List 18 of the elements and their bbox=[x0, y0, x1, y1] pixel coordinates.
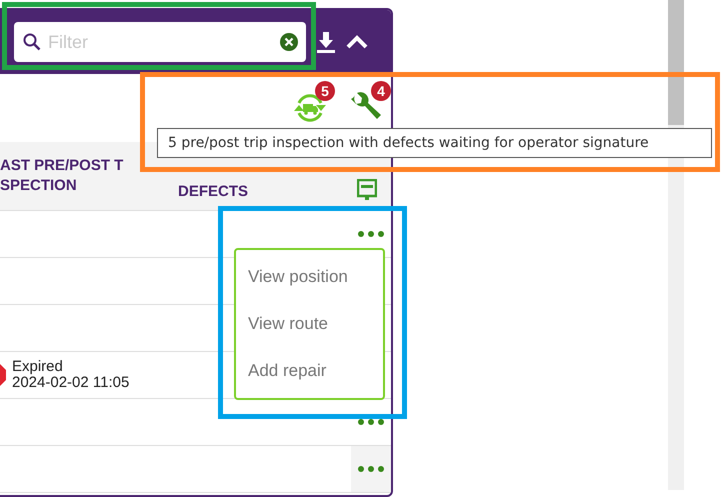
more-icon[interactable] bbox=[358, 231, 384, 237]
column-header: DEFECTS bbox=[178, 182, 250, 200]
scrollbar[interactable] bbox=[668, 0, 684, 490]
tooltip: 5 pre/post trip inspection with defects waiting for operator signature bbox=[157, 128, 712, 158]
more-icon[interactable] bbox=[358, 466, 384, 472]
count-badge: 5 bbox=[315, 81, 335, 101]
clear-icon[interactable] bbox=[280, 33, 298, 51]
more-icon[interactable] bbox=[358, 419, 384, 425]
menu-item[interactable]: View route bbox=[236, 314, 383, 334]
count-badge: 4 bbox=[371, 81, 391, 101]
note-icon[interactable] bbox=[357, 179, 377, 201]
chevron-up-icon[interactable] bbox=[346, 35, 368, 49]
search-icon bbox=[23, 33, 41, 51]
menu-item[interactable]: View position bbox=[236, 267, 383, 288]
download-icon[interactable] bbox=[316, 31, 336, 53]
inspection-status: Expired 2024-02-02 11:05 bbox=[12, 359, 130, 391]
menu-item[interactable]: Add repair bbox=[236, 360, 383, 381]
column-header: AST PRE/POST T SPECTION bbox=[0, 156, 124, 196]
